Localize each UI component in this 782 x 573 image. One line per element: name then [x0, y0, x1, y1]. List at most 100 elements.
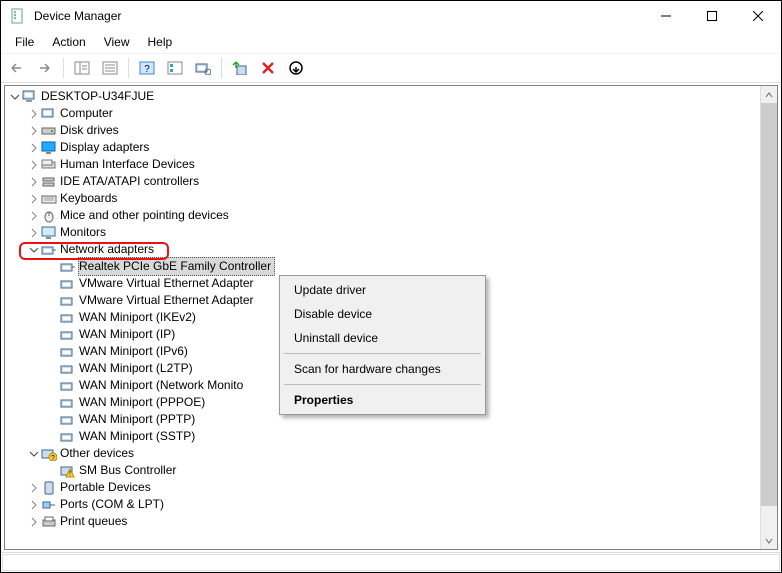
menu-action[interactable]: Action	[44, 33, 93, 51]
tree-item[interactable]: Computer	[5, 105, 760, 122]
menu-scan-hardware[interactable]: Scan for hardware changes	[282, 357, 483, 381]
tree-item-other-devices[interactable]: ?Other devices	[5, 445, 760, 462]
other-icon: ?	[41, 446, 57, 462]
tree-item[interactable]: Display adapters	[5, 139, 760, 156]
tree-item-label: Mice and other pointing devices	[60, 207, 233, 224]
window: Device Manager File Action View Help ?	[0, 0, 782, 573]
expander-closed-icon[interactable]	[27, 481, 41, 495]
menu-uninstall-device[interactable]: Uninstall device	[282, 326, 483, 350]
tree-item-label: Portable Devices	[60, 479, 155, 496]
network-icon	[60, 276, 76, 292]
tree-leaf-label: Realtek PCIe GbE Family Controller	[78, 257, 275, 276]
tree-leaf[interactable]: WAN Miniport (SSTP)	[5, 428, 760, 445]
menubar: File Action View Help	[1, 31, 781, 53]
tree-leaf-label: WAN Miniport (Network Monito	[79, 377, 247, 394]
expander-closed-icon[interactable]	[27, 226, 41, 240]
expander-closed-icon[interactable]	[27, 209, 41, 223]
scan-hardware-button[interactable]	[191, 57, 215, 79]
disable-icon-button[interactable]	[284, 57, 308, 79]
network-icon	[60, 259, 76, 275]
tree-leaf-selected[interactable]: Realtek PCIe GbE Family Controller	[5, 258, 760, 275]
expander-closed-icon[interactable]	[27, 515, 41, 529]
expander-closed-icon[interactable]	[27, 175, 41, 189]
status-cell	[2, 554, 780, 571]
tree-item[interactable]: Print queues	[5, 513, 760, 530]
tree-leaf[interactable]: ! SM Bus Controller	[5, 462, 760, 479]
network-icon	[60, 395, 76, 411]
scroll-down-icon[interactable]	[761, 532, 777, 549]
expander-open-icon[interactable]	[8, 90, 22, 104]
menu-view[interactable]: View	[96, 33, 138, 51]
expander-closed-icon[interactable]	[27, 107, 41, 121]
titlebar: Device Manager	[1, 1, 781, 31]
tree-item[interactable]: IDE ATA/ATAPI controllers	[5, 173, 760, 190]
menu-disable-device[interactable]: Disable device	[282, 302, 483, 326]
context-menu: Update driver Disable device Uninstall d…	[279, 275, 486, 415]
tree-item-label: Network adapters	[60, 241, 158, 258]
warning-device-icon: !	[60, 463, 76, 479]
action-button[interactable]	[163, 57, 187, 79]
toolbar: ?	[1, 53, 781, 83]
show-hide-tree-button[interactable]	[70, 57, 94, 79]
tree-item-label: IDE ATA/ATAPI controllers	[60, 173, 203, 190]
menu-separator	[284, 353, 481, 354]
expander-closed-icon[interactable]	[27, 124, 41, 138]
portable-icon	[41, 480, 57, 496]
maximize-button[interactable]	[689, 1, 735, 31]
tree-item[interactable]: Human Interface Devices	[5, 156, 760, 173]
tree-item-label: Display adapters	[60, 139, 153, 156]
menu-properties[interactable]: Properties	[282, 388, 483, 412]
uninstall-icon-button[interactable]	[256, 57, 280, 79]
tree-leaf-label: WAN Miniport (L2TP)	[79, 360, 197, 377]
network-icon	[60, 361, 76, 377]
disk-icon	[41, 123, 57, 139]
svg-text:!: !	[69, 471, 71, 478]
tree-leaf-label: SM Bus Controller	[79, 462, 180, 479]
tree-item[interactable]: Keyboards	[5, 190, 760, 207]
tree-item-label: Ports (COM & LPT)	[60, 496, 168, 513]
help-button[interactable]: ?	[135, 57, 159, 79]
scroll-thumb[interactable]	[761, 103, 777, 506]
tree-item[interactable]: Mice and other pointing devices	[5, 207, 760, 224]
expander-closed-icon[interactable]	[27, 498, 41, 512]
expander-closed-icon[interactable]	[27, 158, 41, 172]
vertical-scrollbar[interactable]	[760, 86, 777, 549]
scroll-track[interactable]	[761, 103, 777, 532]
menu-help[interactable]: Help	[140, 33, 181, 51]
tree-root-row[interactable]: DESKTOP-U34FJUE	[5, 88, 760, 105]
menu-update-driver[interactable]: Update driver	[282, 278, 483, 302]
tree-item[interactable]: Disk drives	[5, 122, 760, 139]
tree-leaf-label: VMware Virtual Ethernet Adapter	[79, 292, 258, 309]
svg-text:?: ?	[51, 455, 55, 461]
mouse-icon	[41, 208, 57, 224]
window-controls	[643, 1, 781, 31]
update-driver-icon-button[interactable]	[228, 57, 252, 79]
separator	[63, 58, 64, 78]
tree-item-network-adapters[interactable]: Network adapters	[5, 241, 760, 258]
tree-item[interactable]: Ports (COM & LPT)	[5, 496, 760, 513]
tree-item-label: Keyboards	[60, 190, 121, 207]
expander-closed-icon[interactable]	[27, 192, 41, 206]
scroll-up-icon[interactable]	[761, 86, 777, 103]
tree-leaf-label: WAN Miniport (SSTP)	[79, 428, 199, 445]
expander-open-icon[interactable]	[27, 447, 41, 461]
tree-leaf-label: WAN Miniport (PPTP)	[79, 411, 199, 428]
expander-open-icon[interactable]	[27, 243, 41, 257]
close-button[interactable]	[735, 1, 781, 31]
network-icon	[60, 344, 76, 360]
tree-item-label: Computer	[60, 105, 117, 122]
back-button[interactable]	[5, 57, 29, 79]
properties-button[interactable]	[98, 57, 122, 79]
tree-item-label: Print queues	[60, 513, 131, 530]
menu-separator	[284, 384, 481, 385]
menu-file[interactable]: File	[7, 33, 42, 51]
expander-closed-icon[interactable]	[27, 141, 41, 155]
forward-button[interactable]	[33, 57, 57, 79]
monitor-icon	[41, 225, 57, 241]
separator	[128, 58, 129, 78]
minimize-button[interactable]	[643, 1, 689, 31]
tree-item[interactable]: Portable Devices	[5, 479, 760, 496]
tree-item[interactable]: Monitors	[5, 224, 760, 241]
hid-icon	[41, 157, 57, 173]
computer-icon	[22, 89, 38, 105]
